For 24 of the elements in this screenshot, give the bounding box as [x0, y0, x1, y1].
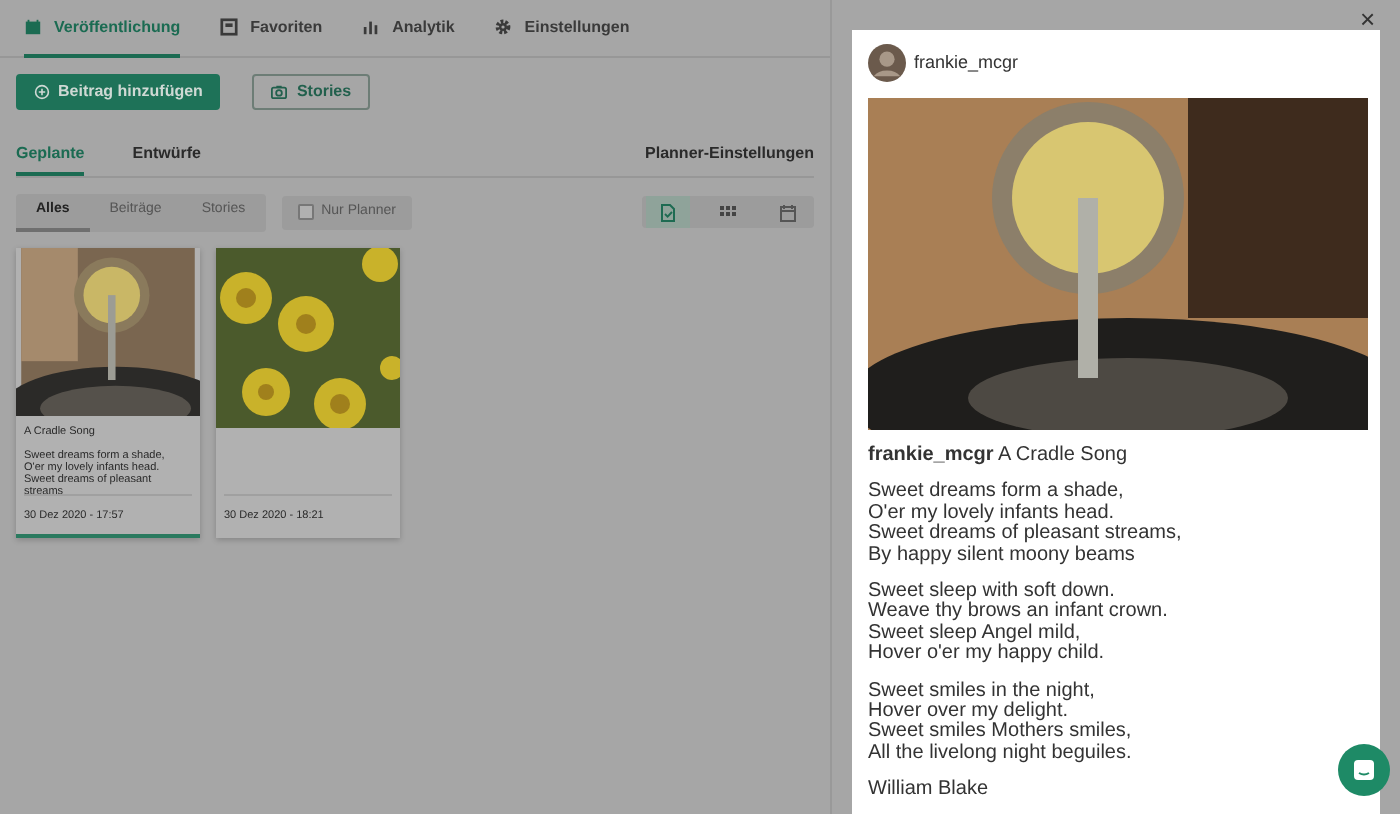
plus-circle-icon	[34, 84, 50, 100]
subtab[interactable]: Geplante	[16, 142, 85, 176]
document-icon	[660, 203, 676, 222]
calendar-icon	[24, 18, 42, 36]
nav-tab[interactable]: Favoriten	[220, 0, 323, 58]
bar-chart-icon	[362, 18, 381, 36]
grid-icon	[720, 206, 736, 219]
nav-tab[interactable]: Einstellungen	[494, 0, 630, 58]
chat-icon	[1352, 758, 1376, 782]
gear-icon	[494, 18, 513, 36]
add-post-button[interactable]: Beitrag hinzufügen	[16, 74, 221, 110]
avatar-icon	[868, 44, 906, 82]
nav-tab[interactable]: Analytik	[362, 0, 455, 58]
camera-icon	[270, 84, 289, 100]
view-mode-button[interactable]	[646, 196, 690, 229]
stories-button[interactable]: Stories	[252, 74, 370, 110]
username: frankie_mcgr	[914, 49, 1019, 76]
subtab[interactable]: Entwürfe	[132, 142, 201, 176]
post-caption: frankie_mcgr A Cradle Song Sweet dreams form a shade, O'er my lovely infants head. Sweet dreams of pleasant streams, By happy silent moony beams Sweet sleep with soft down. Weave thy brows an infant crown. Sweet sleep Angel mild, Hover o'er my happy child. Sweet smiles in the night, Hover over my delight. Sweet smiles Mothers smiles, All the livelong night beguiles. William Blake	[868, 446, 1184, 802]
close-button[interactable]: ×	[1360, 6, 1376, 34]
nav-tab[interactable]: Veröffentlichung	[24, 0, 181, 58]
planner-settings-link[interactable]: Planner-Einstellungen	[645, 142, 814, 176]
calendar-icon	[780, 203, 796, 222]
bookmark-icon	[220, 18, 239, 36]
